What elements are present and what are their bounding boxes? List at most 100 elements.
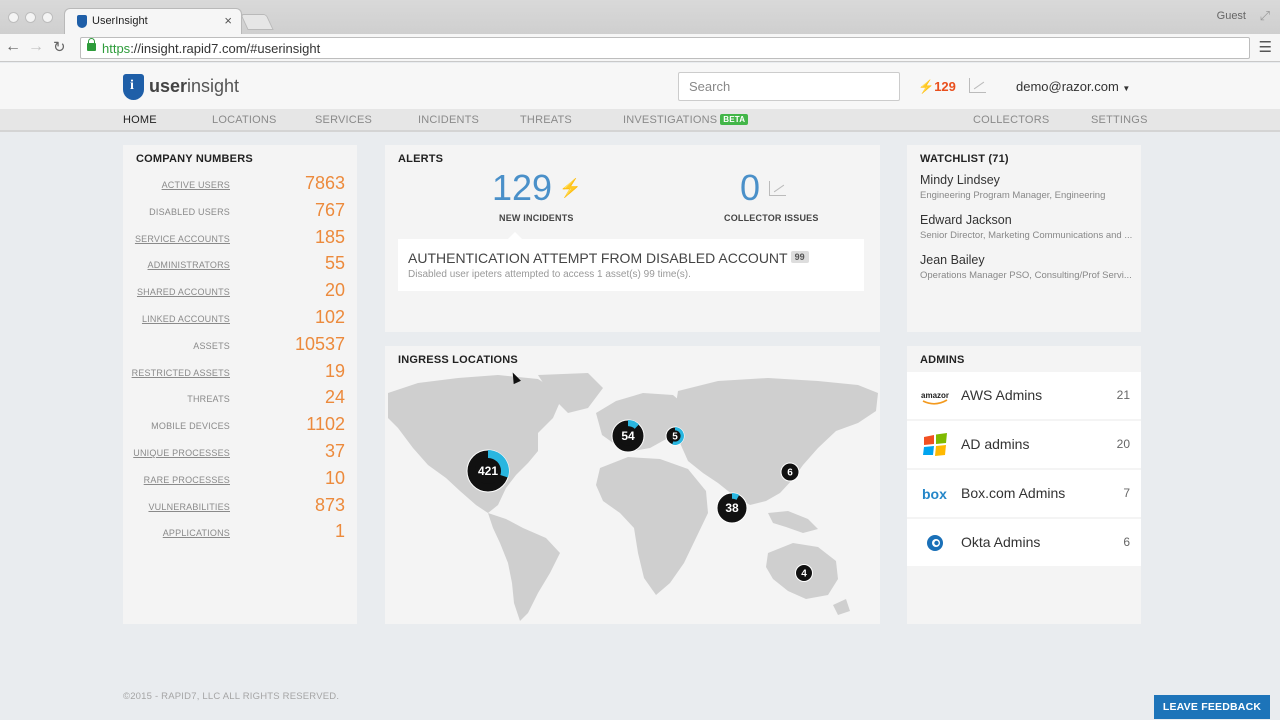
company-number-value: 102 bbox=[314, 307, 345, 327]
admin-group-row[interactable]: AD admins 20 bbox=[907, 421, 1141, 468]
nav-incidents[interactable]: INCIDENTS bbox=[418, 114, 479, 126]
forward-arrow-icon[interactable]: → bbox=[28, 38, 44, 56]
company-number-row: VULNERABILITIES 873 bbox=[123, 493, 357, 520]
cluster-count-label: 421 bbox=[478, 464, 498, 478]
admin-group-row[interactable]: amazon AWS Admins 21 bbox=[907, 372, 1141, 419]
admin-group-name: Okta Admins bbox=[961, 534, 1041, 550]
new-tab-button[interactable] bbox=[240, 14, 274, 30]
tab-title: UserInsight bbox=[92, 15, 148, 27]
company-number-label: DISABLED USERS bbox=[149, 206, 230, 217]
watchlist-person-name[interactable]: Jean Bailey bbox=[920, 253, 985, 267]
admins-panel: ADMINS amazon AWS Admins 21 AD admins 20… bbox=[907, 346, 1141, 624]
cluster-count-label: 4 bbox=[801, 569, 807, 580]
window-minimize-button[interactable] bbox=[25, 12, 36, 23]
fullscreen-icon[interactable]: ⤢ bbox=[1260, 8, 1270, 24]
beta-badge: BETA bbox=[720, 114, 749, 125]
ingress-locations-panel: INGRESS LOCATIONS 421 54 5 6 38 4 bbox=[385, 346, 880, 624]
panel-title: WATCHLIST (71) bbox=[920, 153, 1009, 165]
incident-title: AUTHENTICATION ATTEMPT FROM DISABLED ACC… bbox=[408, 250, 809, 266]
company-number-label[interactable]: SHARED ACCOUNTS bbox=[137, 287, 230, 297]
okta-icon bbox=[927, 535, 943, 551]
nav-settings[interactable]: SETTINGS bbox=[1091, 114, 1148, 126]
nav-collectors[interactable]: COLLECTORS bbox=[973, 114, 1049, 126]
svg-text:box: box bbox=[922, 486, 947, 502]
panel-title: COMPANY NUMBERS bbox=[136, 153, 253, 165]
admin-group-row[interactable]: Okta Admins 6 bbox=[907, 519, 1141, 566]
search-input[interactable] bbox=[678, 72, 900, 101]
location-cluster-marker[interactable]: 54 bbox=[611, 419, 645, 453]
nav-services[interactable]: SERVICES bbox=[315, 114, 372, 126]
collector-issues-count[interactable]: 0 bbox=[740, 167, 760, 209]
lock-icon bbox=[87, 38, 96, 51]
company-number-row: MOBILE DEVICES 1102 bbox=[123, 412, 357, 439]
company-number-label: THREATS bbox=[187, 394, 230, 405]
company-number-value: 20 bbox=[324, 280, 345, 301]
bolt-icon: ⚡ bbox=[918, 79, 935, 94]
company-number-label[interactable]: RESTRICTED ASSETS bbox=[132, 368, 230, 378]
company-number-label[interactable]: VULNERABILITIES bbox=[148, 502, 230, 512]
collector-chart-icon[interactable] bbox=[969, 78, 986, 93]
profile-label[interactable]: Guest bbox=[1217, 10, 1246, 22]
company-number-label[interactable]: APPLICATIONS bbox=[163, 528, 230, 538]
url-text: https://insight.rapid7.com/#userinsight bbox=[102, 41, 321, 56]
company-number-row: ASSETS 10537 bbox=[123, 332, 357, 359]
company-number-row: ACTIVE USERS 7863 bbox=[123, 171, 357, 198]
company-number-label[interactable]: SERVICE ACCOUNTS bbox=[135, 234, 230, 244]
company-number-label[interactable]: LINKED ACCOUNTS bbox=[142, 314, 230, 324]
admin-group-row[interactable]: box Box.com Admins 7 bbox=[907, 470, 1141, 517]
userinsight-favicon-icon bbox=[77, 15, 87, 28]
admin-group-count: 21 bbox=[1116, 388, 1130, 402]
company-number-label[interactable]: ADMINISTRATORS bbox=[148, 260, 230, 270]
world-map[interactable]: 421 54 5 6 38 4 bbox=[388, 373, 878, 623]
watchlist-person-name[interactable]: Edward Jackson bbox=[920, 213, 1012, 227]
browser-menu-icon[interactable]: ☰ bbox=[1259, 38, 1272, 56]
company-number-value: 10537 bbox=[294, 333, 345, 354]
panel-title: INGRESS LOCATIONS bbox=[398, 354, 518, 366]
tab-close-icon[interactable]: × bbox=[224, 13, 232, 28]
admin-group-count: 6 bbox=[1123, 535, 1130, 549]
location-cluster-marker[interactable]: 5 bbox=[665, 426, 685, 446]
alerts-panel: ALERTS 129 ⚡ NEW INCIDENTS 0 COLLECTOR I… bbox=[385, 145, 880, 332]
nav-investigations[interactable]: INVESTIGATIONS BETA bbox=[623, 114, 749, 126]
company-numbers-panel: COMPANY NUMBERS ACTIVE USERS 7863 DISABLED… bbox=[123, 145, 357, 624]
user-menu[interactable]: demo@razor.com ▼ bbox=[1016, 79, 1130, 94]
company-number-label[interactable]: RARE PROCESSES bbox=[144, 475, 230, 485]
location-cluster-marker[interactable]: 4 bbox=[795, 564, 813, 582]
reload-icon[interactable]: ↻ bbox=[53, 38, 66, 56]
alert-count-link[interactable]: ⚡129 bbox=[918, 79, 956, 95]
company-number-row: SHARED ACCOUNTS 20 bbox=[123, 278, 357, 305]
back-arrow-icon[interactable]: ← bbox=[5, 38, 21, 56]
cluster-count-label: 6 bbox=[787, 468, 793, 479]
company-number-label[interactable]: UNIQUE PROCESSES bbox=[133, 448, 230, 458]
box-icon: box bbox=[922, 486, 947, 502]
incident-card[interactable]: AUTHENTICATION ATTEMPT FROM DISABLED ACC… bbox=[398, 232, 864, 291]
company-number-value: 1102 bbox=[306, 414, 345, 435]
collector-issues-label: COLLECTOR ISSUES bbox=[724, 213, 819, 223]
location-cluster-marker[interactable]: 421 bbox=[466, 449, 510, 493]
nav-locations[interactable]: LOCATIONS bbox=[212, 114, 277, 126]
location-cluster-marker[interactable]: 38 bbox=[716, 492, 748, 524]
watchlist-person-name[interactable]: Mindy Lindsey bbox=[920, 173, 1000, 187]
bolt-icon: ⚡ bbox=[559, 178, 582, 198]
company-number-value: 55 bbox=[324, 253, 345, 274]
company-number-value: 19 bbox=[324, 360, 345, 381]
admin-group-name: AD admins bbox=[961, 436, 1030, 452]
company-number-row: LINKED ACCOUNTS 102 bbox=[123, 305, 357, 332]
nav-home[interactable]: HOME bbox=[123, 114, 157, 126]
svg-text:amazon: amazon bbox=[921, 391, 949, 400]
company-number-row: ADMINISTRATORS 55 bbox=[123, 251, 357, 278]
browser-tab[interactable]: UserInsight × bbox=[64, 8, 242, 34]
leave-feedback-button[interactable]: LEAVE FEEDBACK bbox=[1154, 695, 1270, 719]
nav-threats[interactable]: THREATS bbox=[520, 114, 572, 126]
window-close-button[interactable] bbox=[8, 12, 19, 23]
logo-wordmark: userinsight bbox=[149, 76, 240, 96]
cluster-count-label: 38 bbox=[725, 501, 739, 515]
new-incidents-count[interactable]: 129 bbox=[492, 167, 552, 209]
company-number-label[interactable]: ACTIVE USERS bbox=[162, 180, 230, 190]
company-number-row: UNIQUE PROCESSES 37 bbox=[123, 439, 357, 466]
main-nav: HOME LOCATIONS SERVICES INCIDENTS THREAT… bbox=[0, 109, 1280, 132]
location-cluster-marker[interactable]: 6 bbox=[780, 462, 800, 482]
company-number-row: SERVICE ACCOUNTS 185 bbox=[123, 225, 357, 252]
address-bar[interactable]: https://insight.rapid7.com/#userinsight bbox=[80, 37, 1250, 59]
window-zoom-button[interactable] bbox=[42, 12, 53, 23]
